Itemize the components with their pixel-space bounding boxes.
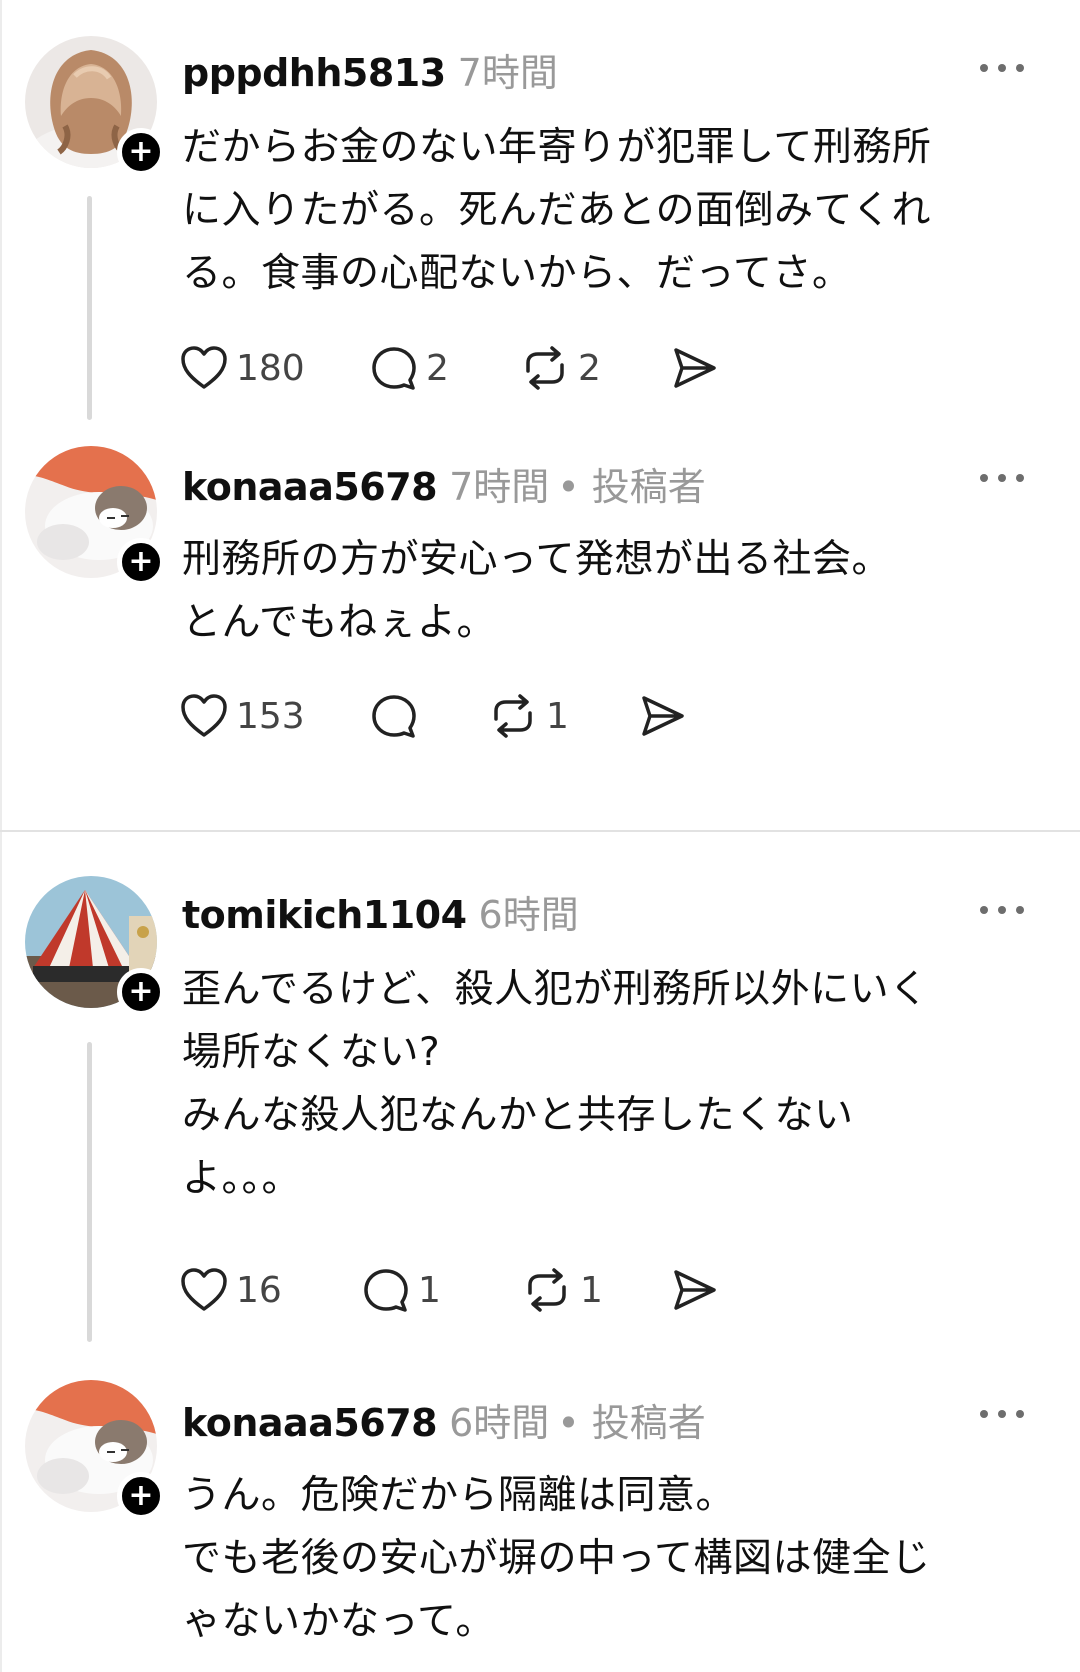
post-text: 刑務所の方が安心って発想が出る社会。 とんでもねぇよ。: [182, 537, 892, 645]
post-text: 歪んでるけど、殺人犯が刑務所以外にいく 場所なくない? みんな殺人犯なんかと共存…: [182, 967, 929, 1201]
timestamp: 7時間: [457, 51, 558, 95]
comment-button[interactable]: 2: [370, 345, 520, 391]
repost-icon: [494, 694, 532, 738]
share-button[interactable]: [670, 1267, 718, 1313]
follow-plus-icon[interactable]: +: [117, 538, 165, 586]
avatar[interactable]: +: [25, 36, 165, 176]
repost-count: 1: [546, 695, 569, 737]
comment-bubble-icon: [372, 695, 416, 738]
action-bar: 16 1 1: [180, 1264, 718, 1316]
action-bar: 153 1: [180, 690, 686, 742]
post-header: konaaa5678 6時間 • 投稿者: [182, 1392, 1020, 1447]
send-icon: [674, 348, 716, 388]
more-dots-icon[interactable]: [980, 470, 1024, 486]
follow-plus-icon[interactable]: +: [117, 128, 165, 176]
send-icon: [674, 1270, 716, 1310]
comment-count: 1: [418, 1269, 441, 1311]
comment-bubble-icon: [364, 1269, 408, 1312]
username[interactable]: konaaa5678: [182, 465, 438, 509]
thread-line: [87, 1042, 92, 1342]
repost-button[interactable]: 2: [520, 345, 670, 391]
post-header: pppdhh5813 7時間: [182, 42, 1020, 97]
like-count: 153: [236, 695, 305, 737]
follow-plus-icon[interactable]: +: [117, 968, 165, 1016]
avatar[interactable]: +: [25, 446, 165, 586]
comment-button[interactable]: [370, 693, 488, 739]
post-text: だからお金のない年寄りが犯罪して刑務所 に入りたがる。死んだあとの面倒みてくれ …: [182, 125, 932, 296]
username[interactable]: tomikich1104: [182, 893, 467, 937]
thread-line: [87, 196, 92, 420]
post-header: konaaa5678 7時間 • 投稿者: [182, 456, 1020, 511]
like-button[interactable]: 153: [180, 693, 370, 739]
left-edge: [0, 0, 2, 1672]
like-button[interactable]: 16: [180, 1267, 362, 1313]
like-count: 16: [236, 1269, 282, 1311]
repost-icon: [528, 1268, 566, 1312]
thread-divider: [0, 830, 1080, 832]
repost-count: 2: [578, 347, 601, 389]
more-dots-icon[interactable]: [980, 902, 1024, 918]
more-dots-icon[interactable]: [980, 1406, 1024, 1422]
more-dots-icon[interactable]: [980, 60, 1024, 76]
heart-icon: [181, 346, 227, 389]
like-button[interactable]: 180: [180, 345, 370, 391]
author-tag: • 投稿者: [557, 465, 706, 509]
timestamp: 6時間: [449, 1401, 550, 1445]
comment-bubble-icon: [372, 347, 416, 390]
like-count: 180: [236, 347, 305, 389]
post-header: tomikich1104 6時間: [182, 884, 1020, 939]
timestamp: 6時間: [478, 893, 579, 937]
heart-icon: [181, 1268, 227, 1311]
avatar[interactable]: +: [25, 876, 165, 1016]
send-icon: [642, 696, 684, 736]
repost-count: 1: [580, 1269, 603, 1311]
repost-button[interactable]: 1: [522, 1267, 670, 1313]
repost-button[interactable]: 1: [488, 693, 638, 739]
timestamp: 7時間: [449, 465, 550, 509]
heart-icon: [181, 694, 227, 737]
share-button[interactable]: [638, 693, 686, 739]
post-text: うん。危険だから隔離は同意。 でも老後の安心が塀の中って構図は健全じ ゃないかな…: [182, 1473, 931, 1644]
comment-count: 2: [426, 347, 449, 389]
avatar[interactable]: +: [25, 1380, 165, 1520]
repost-icon: [526, 346, 564, 390]
action-bar: 180 2 2: [180, 342, 718, 394]
username[interactable]: konaaa5678: [182, 1401, 438, 1445]
comment-button[interactable]: 1: [362, 1267, 522, 1313]
author-tag: • 投稿者: [557, 1401, 706, 1445]
share-button[interactable]: [670, 345, 718, 391]
username[interactable]: pppdhh5813: [182, 51, 446, 95]
follow-plus-icon[interactable]: +: [117, 1472, 165, 1520]
